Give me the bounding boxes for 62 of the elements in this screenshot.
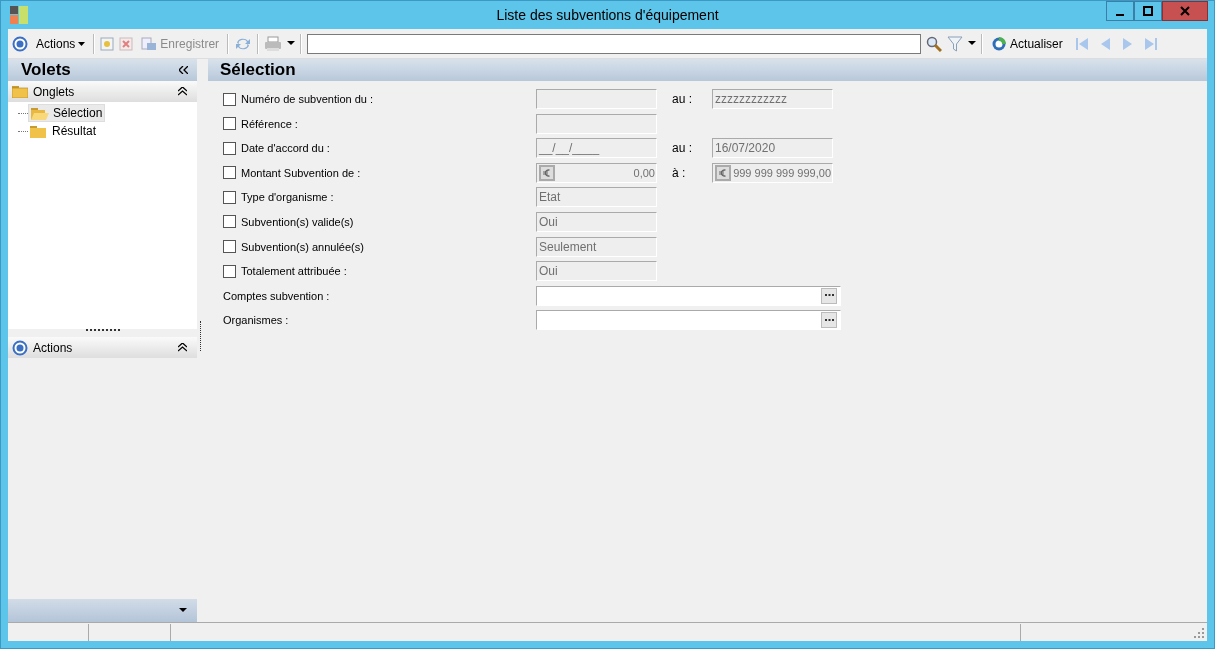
- folder-icon: [12, 85, 28, 98]
- checkbox[interactable]: [223, 141, 236, 155]
- minimize-button[interactable]: [1106, 1, 1134, 21]
- field-label: au :: [672, 141, 693, 156]
- field-label: Organismes :: [223, 314, 289, 327]
- group-label: Onglets: [33, 84, 76, 99]
- panel-title: Sélection: [220, 60, 296, 80]
- field-label: au :: [672, 92, 693, 106]
- browse-button[interactable]: [821, 287, 837, 304]
- field-label: Date d'accord du :: [241, 142, 330, 155]
- app-logo-icon: [10, 6, 28, 24]
- group-label: Actions: [33, 340, 74, 355]
- chevron-icon[interactable]: [178, 343, 187, 352]
- save-icon: [141, 36, 158, 51]
- resize-grip-icon[interactable]: [1194, 628, 1204, 638]
- checkbox[interactable]: [223, 92, 236, 106]
- folder-icon: [31, 106, 49, 120]
- radio-icon: [12, 339, 28, 356]
- dropdown-arrow-icon[interactable]: [179, 608, 187, 613]
- ellipsis-icon: [824, 294, 834, 298]
- field-label: Type d'organisme :: [241, 191, 334, 204]
- checkbox[interactable]: [223, 215, 236, 229]
- field-label: Numéro de subvention du :: [241, 93, 374, 105]
- checkbox[interactable]: [223, 190, 236, 204]
- maximize-icon: [1143, 6, 1153, 16]
- field-label: Comptes subvention :: [223, 289, 330, 302]
- dropdown-arrow-icon[interactable]: [968, 41, 977, 46]
- group-header[interactable]: Onglets: [8, 81, 197, 102]
- search-icon[interactable]: [926, 35, 943, 52]
- field-label: Montant Subvention de :: [241, 166, 361, 179]
- refresh-button[interactable]: Actualiser: [988, 35, 1066, 52]
- lookup-field[interactable]: [536, 285, 841, 306]
- group-header[interactable]: Actions: [8, 337, 197, 358]
- radio-icon[interactable]: [12, 35, 28, 52]
- field-label: Totalement attribuée :: [241, 265, 347, 278]
- field-label: Référence :: [241, 117, 298, 130]
- folder-icon: [30, 124, 48, 138]
- caret-icon: [78, 41, 86, 46]
- chevron-icon[interactable]: [178, 87, 187, 96]
- tree-item[interactable]: Sélection: [28, 104, 106, 122]
- collapse-icon[interactable]: [179, 66, 188, 74]
- browse-button[interactable]: [821, 312, 837, 329]
- close-icon: [1180, 6, 1190, 16]
- window-title: Liste des subventions d'équipement: [496, 7, 719, 23]
- actions-menu[interactable]: Actions: [33, 36, 89, 51]
- search-field[interactable]: [307, 33, 922, 54]
- checkbox[interactable]: [223, 166, 236, 180]
- lookup-field[interactable]: [536, 310, 841, 331]
- field-label: Subvention(s) annulée(s): [241, 240, 364, 253]
- close-button[interactable]: [1162, 1, 1208, 21]
- checkbox[interactable]: [223, 117, 236, 131]
- sidebar-title: Volets: [21, 60, 71, 80]
- field-label: à :: [672, 165, 687, 180]
- checkbox[interactable]: [223, 240, 236, 254]
- minimize-icon: [1116, 14, 1124, 16]
- ellipsis-icon: [824, 318, 834, 322]
- tree-item[interactable]: Résultat: [28, 123, 99, 139]
- field-label: Subvention(s) valide(s): [241, 215, 354, 228]
- maximize-button[interactable]: [1134, 1, 1162, 21]
- refresh-icon: [991, 35, 1008, 52]
- dropdown-arrow-icon[interactable]: [287, 41, 296, 46]
- checkbox[interactable]: [223, 264, 236, 278]
